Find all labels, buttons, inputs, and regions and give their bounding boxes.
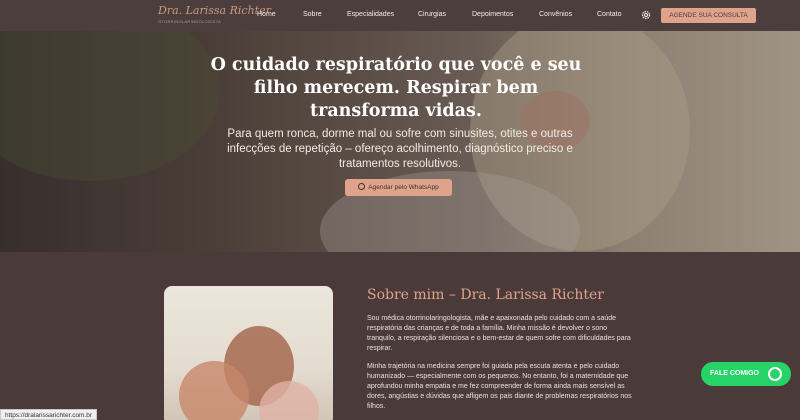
nav-cirurgias[interactable]: Cirurgias xyxy=(418,11,446,18)
hero-subtitle: Para quem ronca, dorme mal ou sofre com … xyxy=(227,128,573,170)
whatsapp-schedule-button[interactable]: Agendar pelo WhatsApp xyxy=(345,179,452,196)
nav-contato[interactable]: Contato xyxy=(597,11,622,18)
status-bar-url: https://dralarissarichter.com.br xyxy=(0,409,98,420)
whatsapp-icon xyxy=(358,183,366,190)
hero-title: O cuidado respiratório que você e seu fi… xyxy=(210,55,582,121)
doctor-photo xyxy=(164,286,333,420)
hero-section: O cuidado respiratório que você e seu fi… xyxy=(0,31,800,252)
whatsapp-icon xyxy=(768,367,782,381)
logo[interactable]: Dra. Larissa Richter OTORRINOLARINGOLOGI… xyxy=(158,4,271,24)
about-paragraph-2: Minha trajetória na medicina sempre foi … xyxy=(367,363,632,410)
nav-depoimentos[interactable]: Depoimentos xyxy=(472,11,513,18)
about-paragraph-1: Sou médica otorrinolaringologista, mãe e… xyxy=(367,315,631,352)
site-header: Dra. Larissa Richter OTORRINOLARINGOLOGI… xyxy=(0,0,800,31)
schedule-button[interactable]: AGENDE SUA CONSULTA xyxy=(661,8,756,23)
fale-comigo-label: FALE COMIGO xyxy=(710,370,759,377)
nav-especialidades[interactable]: Especialidades xyxy=(347,11,394,18)
nav-home[interactable]: Home xyxy=(257,11,276,18)
logo-name: Dra. Larissa Richter xyxy=(158,4,271,17)
about-section: Sobre mim – Dra. Larissa Richter Sou méd… xyxy=(0,252,800,420)
gear-icon[interactable] xyxy=(640,9,652,21)
logo-subtitle: OTORRINOLARINGOLOGISTA xyxy=(158,19,222,24)
nav-convenios[interactable]: Convênios xyxy=(539,11,572,18)
whatsapp-button-label: Agendar pelo WhatsApp xyxy=(368,184,439,191)
fale-comigo-button[interactable]: FALE COMIGO xyxy=(701,362,791,386)
about-title: Sobre mim – Dra. Larissa Richter xyxy=(367,287,604,303)
nav-sobre[interactable]: Sobre xyxy=(303,11,322,18)
